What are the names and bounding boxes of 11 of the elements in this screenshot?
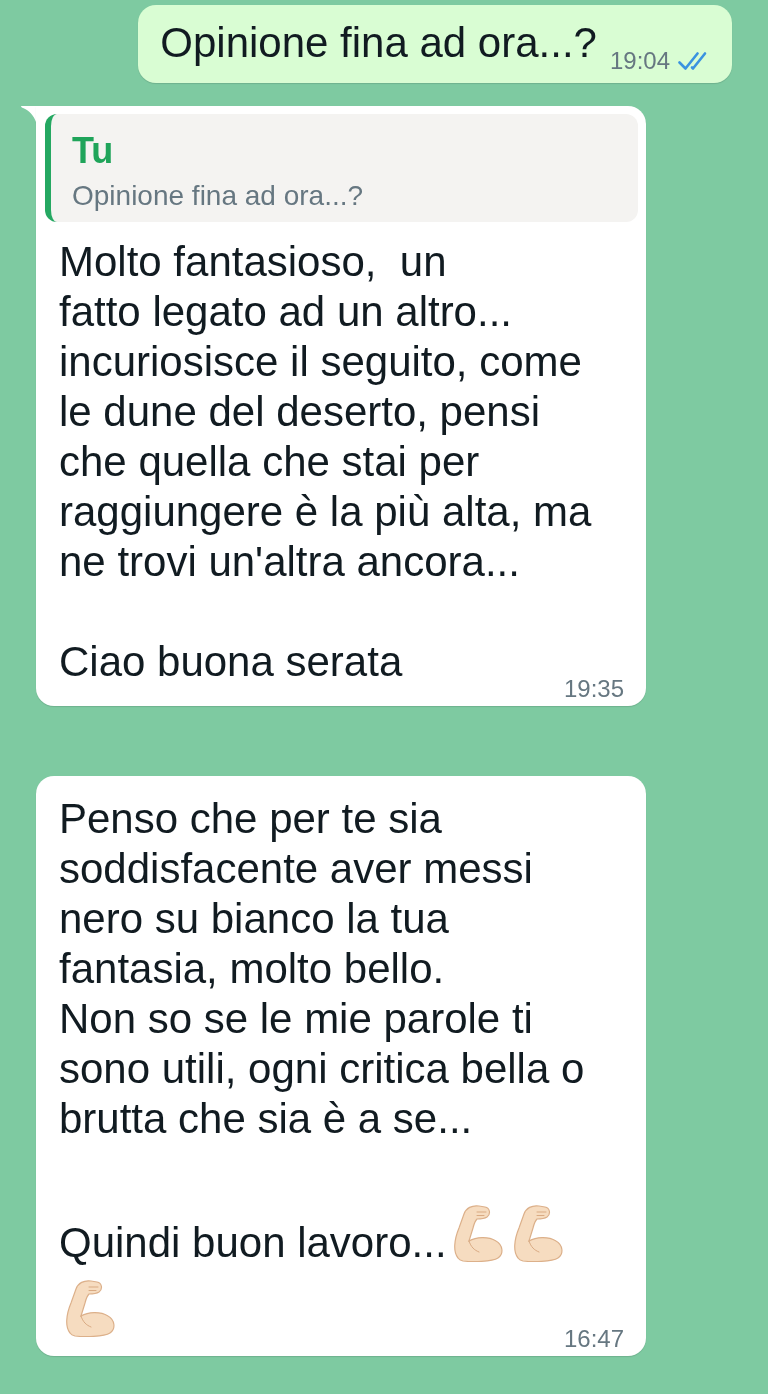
message-text: Molto fantasioso, un fatto legato ad un altro... incuriosisce il seguito, come le dune del deserto, pensi che quella che stai per raggiungere è la più alta, ma ne trovi un'altra ancora... — [59, 238, 592, 585]
message-text: Quindi buon lavoro... — [59, 1219, 447, 1266]
quote-text: Opinione fina ad ora...? — [72, 180, 365, 212]
timestamp: 19:04 — [609, 48, 670, 74]
quoted-message[interactable]: Tu Opinione fina ad ora...? — [45, 114, 638, 222]
message-text: Ciao buona serata — [59, 638, 403, 685]
quote-author: Tu — [72, 131, 115, 171]
timestamp: 19:35 — [563, 676, 624, 702]
message-text: Penso che per te sia soddisfacente aver messi nero su bianco la tua fantasia, molto bello. Non so se le mie parole ti sono utili, ogni critica bella o brutta che sia è a se... — [59, 795, 585, 1142]
timestamp: 16:47 — [563, 1326, 624, 1352]
message-text: Opinione fina ad ora...? — [160, 18, 597, 68]
